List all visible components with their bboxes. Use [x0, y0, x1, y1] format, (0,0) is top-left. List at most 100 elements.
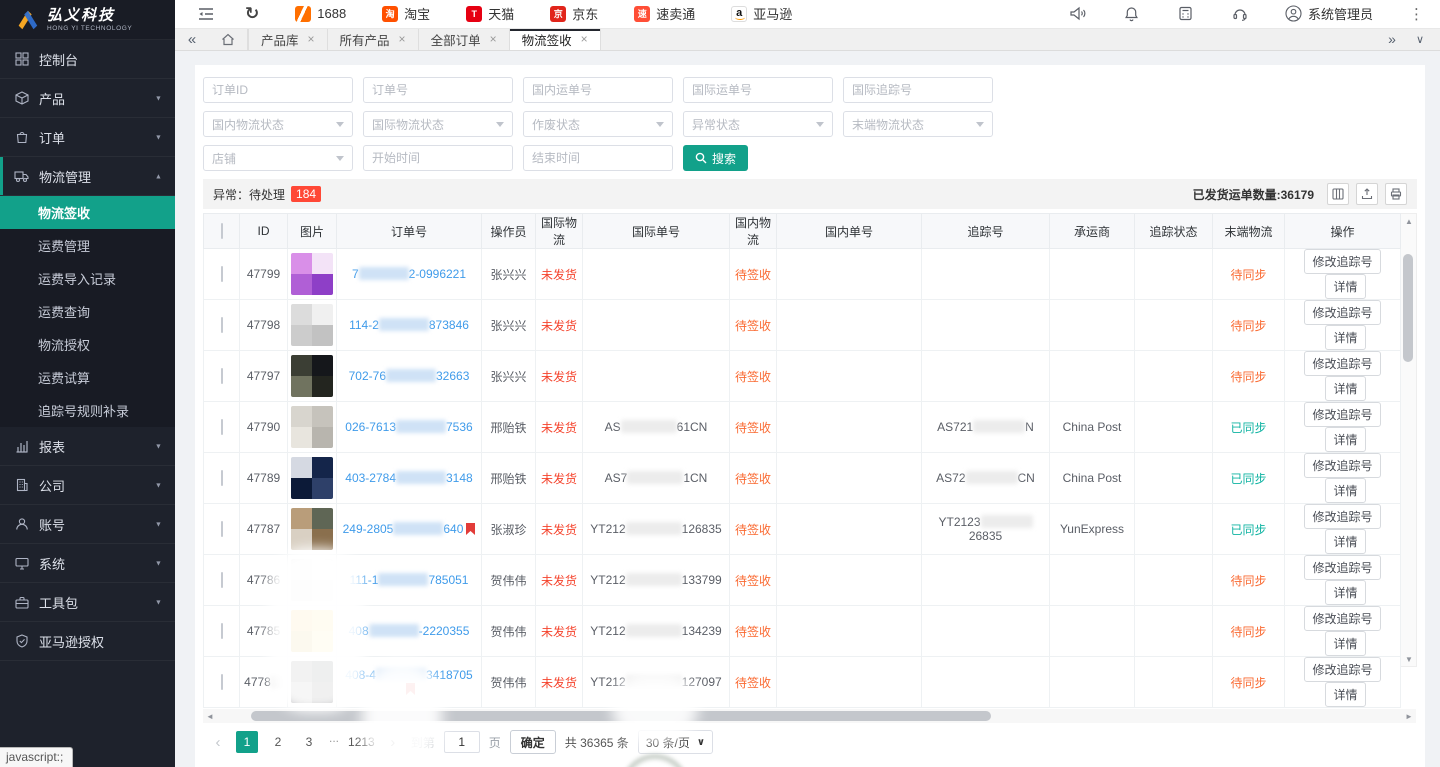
- sidebar-item-报表[interactable]: 报表▼: [0, 427, 175, 466]
- detail-button[interactable]: 详情: [1325, 274, 1365, 299]
- product-image[interactable]: [291, 304, 333, 346]
- calculator-icon[interactable]: [1177, 5, 1195, 23]
- page-number-1213[interactable]: 1213: [348, 731, 375, 753]
- sidebar-subitem-运费查询[interactable]: 运费查询: [0, 295, 175, 328]
- marketplace-淘宝[interactable]: 淘淘宝: [382, 4, 430, 23]
- order-number-link[interactable]: 114-2873846: [349, 318, 469, 332]
- marketplace-京东[interactable]: 京京东: [550, 4, 598, 23]
- tab-物流签收[interactable]: 物流签收×: [510, 29, 601, 50]
- product-image[interactable]: [291, 355, 333, 397]
- close-icon[interactable]: ×: [581, 32, 588, 46]
- filter-input-国际运单号[interactable]: [683, 77, 833, 103]
- vertical-scrollbar[interactable]: ▲ ▼: [1401, 213, 1417, 667]
- order-number-link[interactable]: 408-43418705: [345, 668, 472, 682]
- filter-select-作废状态[interactable]: 作废状态: [523, 111, 673, 137]
- marketplace-1688[interactable]: 1688: [295, 4, 346, 23]
- sidebar-item-亚马逊授权[interactable]: 亚马逊授权: [0, 622, 175, 661]
- goto-confirm-button[interactable]: 确定: [510, 730, 556, 754]
- product-image[interactable]: [291, 253, 333, 295]
- row-checkbox[interactable]: [221, 521, 223, 537]
- collapse-sidebar-icon[interactable]: [197, 5, 215, 23]
- filter-select-国际物流状态[interactable]: 国际物流状态: [363, 111, 513, 137]
- filter-input-国内运单号[interactable]: [523, 77, 673, 103]
- close-icon[interactable]: ×: [490, 32, 497, 46]
- filter-select-异常状态[interactable]: 异常状态: [683, 111, 833, 137]
- sidebar-item-控制台[interactable]: 控制台: [0, 40, 175, 79]
- sidebar-item-账号[interactable]: 账号▼: [0, 505, 175, 544]
- announcement-icon[interactable]: [1069, 5, 1087, 23]
- filter-select-店铺[interactable]: 店铺: [203, 145, 353, 171]
- order-number-link[interactable]: 249-2805640: [343, 522, 464, 536]
- sidebar-subitem-物流授权[interactable]: 物流授权: [0, 328, 175, 361]
- product-image[interactable]: [291, 457, 333, 499]
- tabs-scroll-right-icon[interactable]: »: [1388, 31, 1396, 47]
- row-checkbox[interactable]: [221, 368, 223, 384]
- row-checkbox[interactable]: [221, 266, 223, 282]
- product-image[interactable]: [291, 508, 333, 550]
- sidebar-subitem-物流签收[interactable]: 物流签收: [0, 196, 175, 229]
- edit-tracking-button[interactable]: 修改追踪号: [1304, 453, 1380, 478]
- more-menu-icon[interactable]: ⋮: [1409, 5, 1424, 23]
- edit-tracking-button[interactable]: 修改追踪号: [1304, 351, 1380, 376]
- product-image[interactable]: [291, 610, 333, 652]
- export-icon[interactable]: [1356, 183, 1378, 205]
- row-checkbox[interactable]: [221, 623, 223, 639]
- row-checkbox[interactable]: [221, 470, 223, 486]
- sidebar-item-订单[interactable]: 订单▼: [0, 118, 175, 157]
- user-menu[interactable]: 系统管理员: [1285, 4, 1373, 23]
- horizontal-scroll-thumb[interactable]: [251, 711, 991, 721]
- print-icon[interactable]: [1385, 183, 1407, 205]
- vertical-scroll-thumb[interactable]: [1403, 254, 1413, 362]
- page-number-3[interactable]: 3: [298, 731, 320, 753]
- tabs-menu-icon[interactable]: ∨: [1416, 33, 1424, 46]
- scroll-up-icon[interactable]: ▲: [1401, 214, 1417, 228]
- marketplace-亚马逊[interactable]: a亚马逊: [731, 4, 792, 23]
- refresh-icon[interactable]: ↻: [245, 4, 259, 24]
- close-icon[interactable]: ×: [399, 32, 406, 46]
- prev-page-icon[interactable]: ‹: [209, 734, 227, 751]
- filter-input-开始时间[interactable]: [363, 145, 513, 171]
- sidebar-item-系统[interactable]: 系统▼: [0, 544, 175, 583]
- detail-button[interactable]: 详情: [1325, 580, 1365, 605]
- sidebar-subitem-追踪号规则补录[interactable]: 追踪号规则补录: [0, 394, 175, 427]
- row-checkbox[interactable]: [221, 317, 223, 333]
- sidebar-item-物流管理[interactable]: 物流管理▲: [0, 157, 175, 196]
- filter-input-订单号[interactable]: [363, 77, 513, 103]
- tabs-scroll-left-icon[interactable]: «: [175, 29, 209, 50]
- edit-tracking-button[interactable]: 修改追踪号: [1304, 300, 1380, 325]
- order-number-link[interactable]: 702-7632663: [349, 369, 470, 383]
- page-number-1[interactable]: 1: [236, 731, 258, 753]
- tab-home[interactable]: [209, 29, 248, 50]
- sidebar-item-产品[interactable]: 产品▼: [0, 79, 175, 118]
- order-number-link[interactable]: 026-76137536: [345, 420, 472, 434]
- sidebar-item-工具包[interactable]: 工具包▼: [0, 583, 175, 622]
- row-checkbox[interactable]: [221, 572, 223, 588]
- order-number-link[interactable]: 403-27843148: [345, 471, 472, 485]
- product-image[interactable]: [291, 406, 333, 448]
- detail-button[interactable]: 详情: [1325, 478, 1365, 503]
- edit-tracking-button[interactable]: 修改追踪号: [1304, 555, 1380, 580]
- horizontal-scrollbar[interactable]: ◄ ►: [203, 709, 1416, 723]
- detail-button[interactable]: 详情: [1325, 682, 1365, 707]
- order-number-link[interactable]: 72-0996221: [352, 267, 466, 281]
- edit-tracking-button[interactable]: 修改追踪号: [1304, 402, 1380, 427]
- filter-select-国内物流状态[interactable]: 国内物流状态: [203, 111, 353, 137]
- tab-所有产品[interactable]: 所有产品×: [328, 29, 419, 50]
- filter-input-订单ID[interactable]: [203, 77, 353, 103]
- select-all-checkbox[interactable]: [221, 223, 223, 239]
- marketplace-速卖通[interactable]: 速速卖通: [634, 4, 695, 23]
- order-number-link[interactable]: 111-1785051: [350, 573, 469, 587]
- close-icon[interactable]: ×: [308, 32, 315, 46]
- headset-icon[interactable]: [1231, 5, 1249, 23]
- bell-icon[interactable]: [1123, 5, 1141, 23]
- product-image[interactable]: [291, 559, 333, 601]
- edit-tracking-button[interactable]: 修改追踪号: [1304, 504, 1380, 529]
- filter-input-结束时间[interactable]: [523, 145, 673, 171]
- detail-button[interactable]: 详情: [1325, 631, 1365, 656]
- search-button[interactable]: 搜索: [683, 145, 748, 171]
- marketplace-天猫[interactable]: T天猫: [466, 4, 514, 23]
- goto-page-input[interactable]: [444, 731, 480, 753]
- detail-button[interactable]: 详情: [1325, 376, 1365, 401]
- scroll-left-icon[interactable]: ◄: [203, 709, 217, 723]
- sidebar-item-公司[interactable]: 公司▼: [0, 466, 175, 505]
